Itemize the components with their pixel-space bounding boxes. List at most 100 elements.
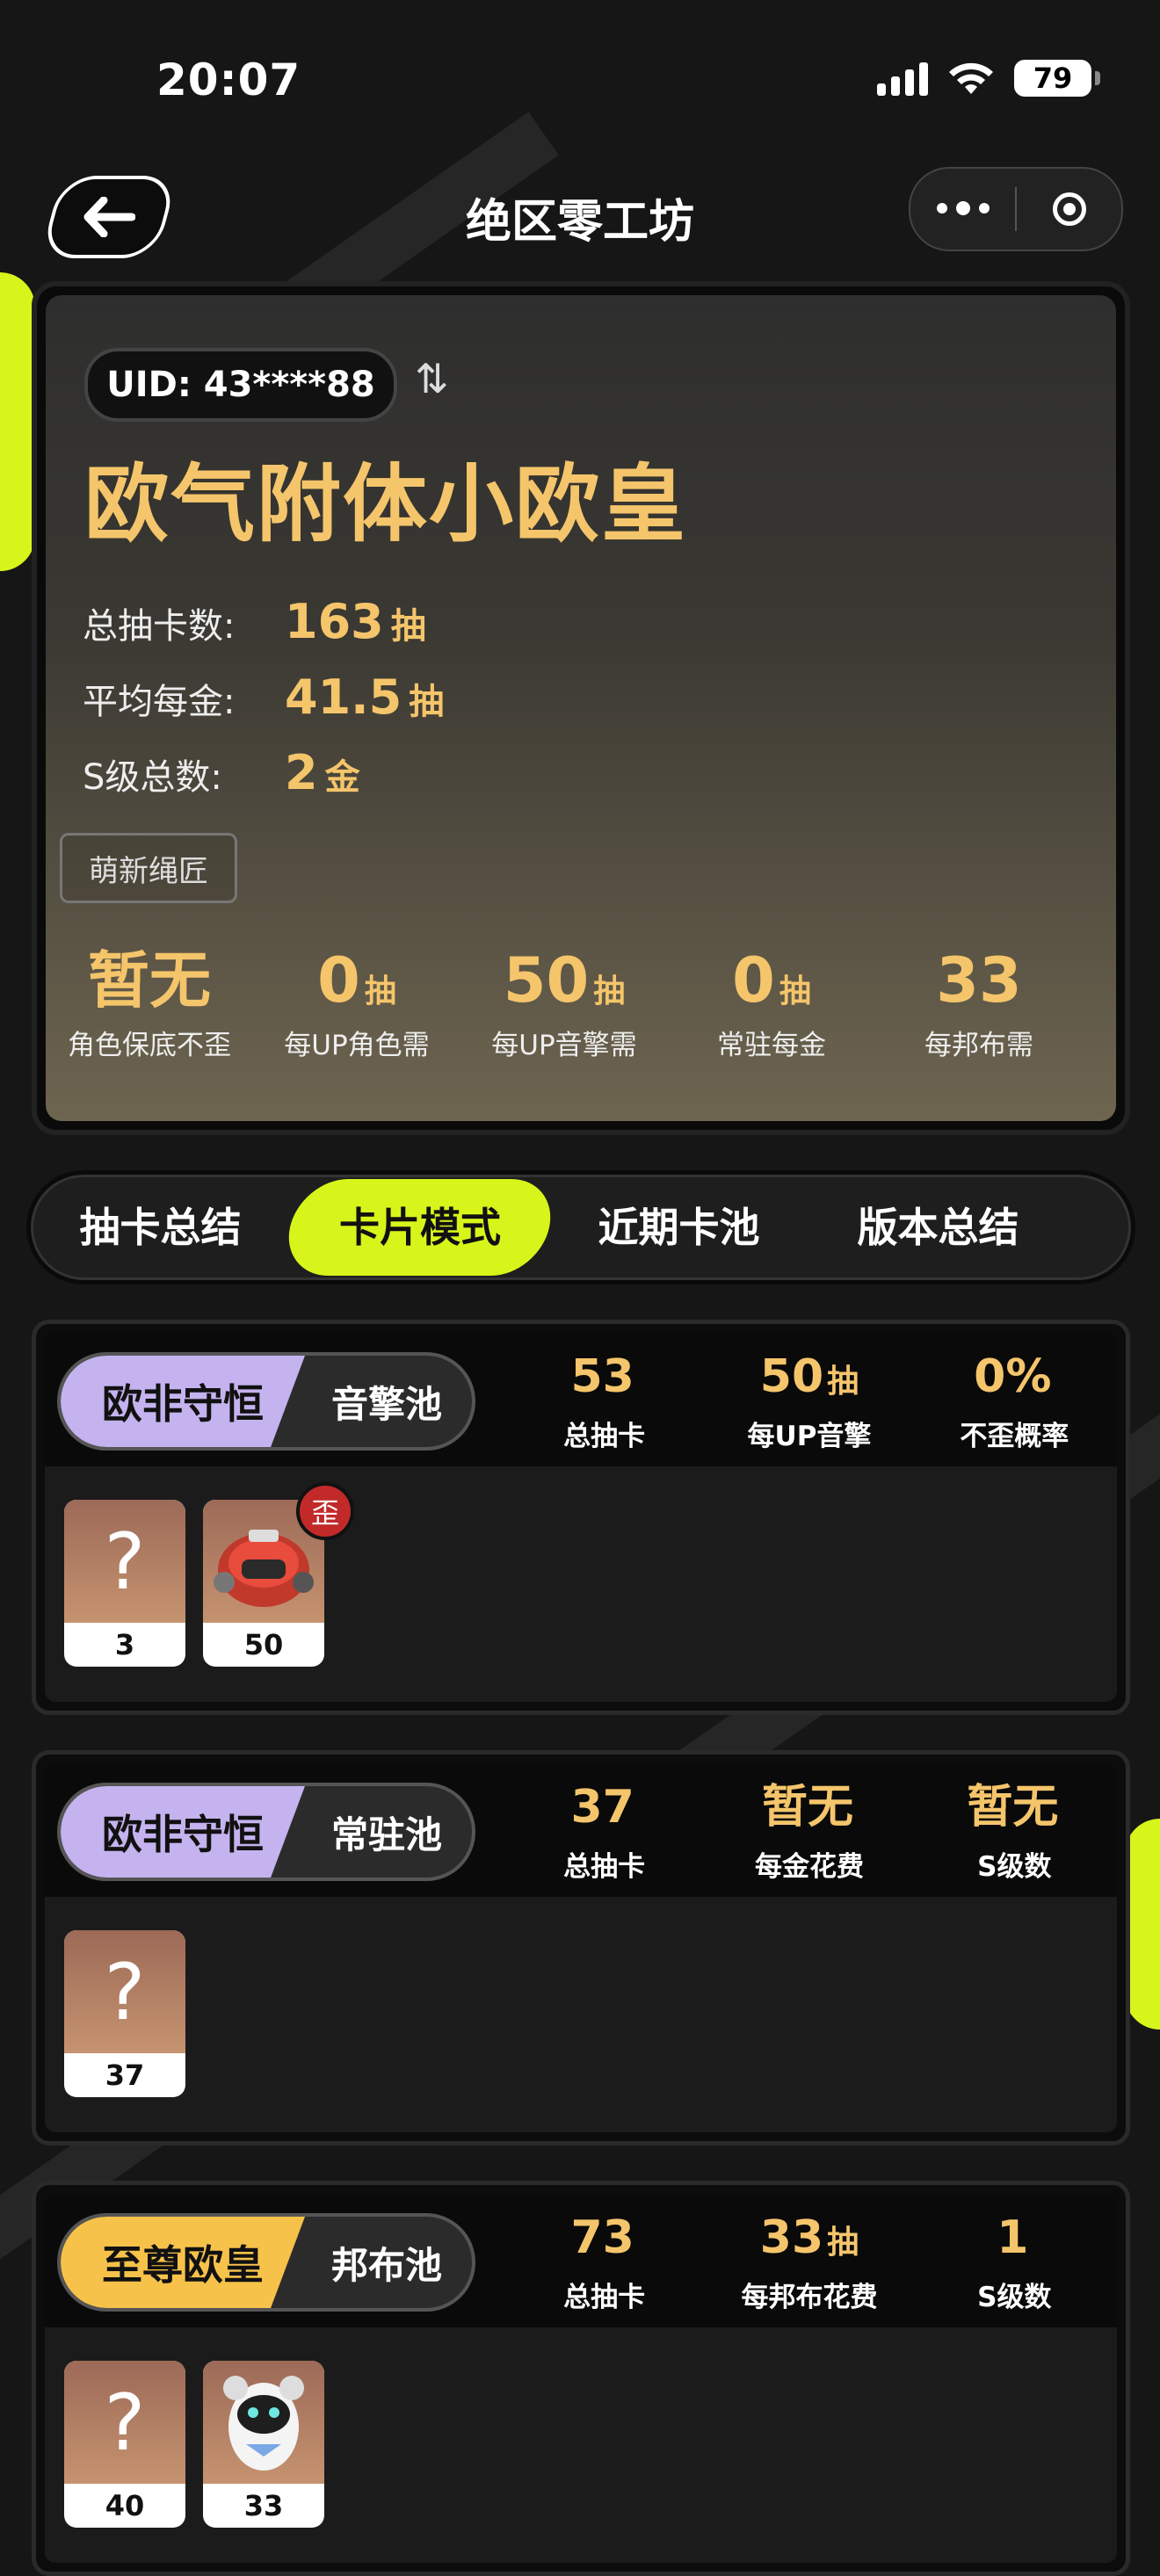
stat-unit: 抽 [409,682,445,722]
pull-item[interactable]: 33 [203,2361,324,2528]
summary-cell: 0 抽 常驻每金 [668,945,875,1062]
pool-card-standard: 欧非守恒 常驻池 37 总抽卡 暂无每金花费 暂无 S级数 ? 37 [32,1750,1130,2145]
summary-value: 0 [317,944,360,1017]
tab-label: 近期卡池 [598,1204,760,1251]
pull-item[interactable]: ? 37 [64,1930,185,2097]
luck-grade: 至尊欧皇 [61,2217,305,2308]
pool-stat-value: 1 [997,2211,1029,2264]
pool-name-pill: 欧非守恒 音擎池 [57,1352,475,1451]
tab-gacha-summary[interactable]: 抽卡总结 [31,1179,290,1276]
close-miniprogram-icon[interactable] [1017,192,1121,226]
summary-value: 50 [503,944,590,1017]
bangboo-sheep-icon [203,2361,324,2484]
pool-stat-caption: 总抽卡 [563,2282,646,2313]
luck-grade: 欧非守恒 [61,1356,305,1447]
stat-unit: 抽 [390,606,426,647]
status-icons: 79 [877,60,1100,97]
pull-count: 37 [105,2059,145,2092]
tab-card-mode[interactable]: 卡片模式 [279,1179,560,1276]
lime-accent-right [1125,1819,1160,2030]
summary-unit: 抽 [364,973,396,1009]
pool-stats: 53 总抽卡 50 抽每UP音擎 0% 不歪概率 [502,1349,1117,1453]
pull-count: 3 [114,1628,135,1661]
summary-caption: 每邦布需 [924,1030,1033,1061]
summary-caption: 每UP角色需 [284,1030,430,1061]
summary-caption: 角色保底不歪 [68,1030,231,1061]
pool-stat-caption: 每邦布花费 [741,2282,878,2313]
question-mark-icon: ? [64,1930,185,2053]
pull-item[interactable]: ? 3 [64,1500,185,1667]
swap-account-icon[interactable]: ⇅ [415,355,449,402]
uid-pill[interactable]: UID: 43****88 [84,348,397,422]
stat-value: 163 [285,594,384,649]
pull-count: 33 [243,2489,284,2522]
question-mark-icon: ? [64,2361,185,2484]
summary-unit: 抽 [593,973,626,1009]
pull-item[interactable]: ? 40 [64,2361,185,2528]
off-banner-badge: 歪 [296,1482,354,1540]
summary-caption: 每UP音擎需 [491,1030,637,1061]
pool-stat: 暂无 S级数 [912,1779,1117,1884]
pool-stat-unit: 抽 [827,1364,859,1400]
summary-cell: 50 抽 每UP音擎需 [460,945,668,1062]
stat-value: 2 [285,745,318,800]
cellular-signal-icon [877,61,928,96]
pool-stats: 37 总抽卡 暂无每金花费 暂无 S级数 [502,1779,1117,1884]
pool-stat-caption: 每金花费 [754,1851,864,1883]
summary-cell: 0 抽 每UP角色需 [253,945,460,1062]
summary-cell: 33 每邦布需 [875,945,1083,1062]
pool-name: 邦布池 [330,2243,442,2287]
pool-stat-value: 0% [974,1350,1052,1403]
more-options-icon[interactable] [910,201,1015,215]
pool-stat: 73 总抽卡 [502,2210,707,2314]
pool-name: 音擎池 [330,1382,442,1426]
stat-label: S级总数: [83,757,222,798]
pool-stats: 73 总抽卡 33 抽每邦布花费 1 S级数 [502,2210,1117,2314]
pool-stat-value: 53 [570,1350,634,1403]
summary-value: 0 [732,944,775,1017]
question-mark-icon: ? [64,1500,185,1623]
pool-stat-value: 50 [759,1350,824,1403]
pool-stat-caption: 每UP音擎 [747,1421,872,1452]
stat-unit: 金 [324,757,360,798]
pool-stat-value: 33 [759,2211,824,2264]
pool-name-pill: 至尊欧皇 邦布池 [57,2213,475,2312]
pool-stat: 50 抽每UP音擎 [707,1349,911,1453]
stat-avg-per-gold: 平均每金: 41.5 抽 [83,669,444,725]
pool-stat-caption: S级数 [977,2282,1052,2313]
wifi-icon [949,62,993,94]
status-time: 20:07 [156,54,301,105]
pool-name: 常驻池 [330,1813,442,1856]
pool-name-pill: 欧非守恒 常驻池 [57,1783,475,1881]
tab-label: 版本总结 [857,1204,1019,1251]
pool-card-wengine: 欧非守恒 音擎池 53 总抽卡 50 抽每UP音擎 0% 不歪概率 ? 3 50… [32,1320,1130,1715]
pool-stat: 1 S级数 [912,2210,1117,2314]
pool-stat-caption: 不歪概率 [960,1421,1069,1452]
battery-icon: 79 [1014,60,1100,97]
pool-card-bangboo: 至尊欧皇 邦布池 73 总抽卡 33 抽每邦布花费 1 S级数 ? 40 33 [32,2181,1130,2576]
pool-stat-value: 37 [570,1781,634,1834]
summary-value: 33 [936,944,1022,1017]
pool-header: 至尊欧皇 邦布池 73 总抽卡 33 抽每邦布花费 1 S级数 [45,2194,1117,2327]
luck-grade: 欧非守恒 [61,1786,305,1878]
pool-stat-caption: 总抽卡 [563,1851,646,1883]
stat-s-rank-total: S级总数: 2 金 [83,745,360,800]
summary-caption: 常驻每金 [717,1030,826,1061]
pool-stat: 53 总抽卡 [502,1349,707,1453]
tab-version-summary[interactable]: 版本总结 [808,1179,1068,1276]
pull-items: ? 40 33 [64,2361,324,2528]
pool-stat-value: 暂无 [761,1781,853,1834]
pool-header: 欧非守恒 常驻池 37 总抽卡 暂无每金花费 暂无 S级数 [45,1763,1117,1897]
pool-stat: 0% 不歪概率 [912,1349,1117,1453]
mode-tabs: 抽卡总结 卡片模式 近期卡池 版本总结 [26,1170,1135,1284]
summary-unit: 抽 [779,973,811,1009]
summary-value: 暂无 [88,944,211,1017]
pull-count: 50 [243,1628,284,1661]
rank-badge: 萌新绳匠 [60,833,237,903]
pull-items: ? 37 [64,1930,185,2097]
pool-stat: 37 总抽卡 [502,1779,707,1884]
pool-header: 欧非守恒 音擎池 53 总抽卡 50 抽每UP音擎 0% 不歪概率 [45,1333,1117,1466]
tab-recent-pools[interactable]: 近期卡池 [549,1179,808,1276]
pool-stat: 暂无 每金花费 [707,1779,911,1884]
summary-row: 暂无 角色保底不歪 0 抽 每UP角色需 50 抽 每UP音擎需 0 抽 常驻每… [46,945,1116,1062]
